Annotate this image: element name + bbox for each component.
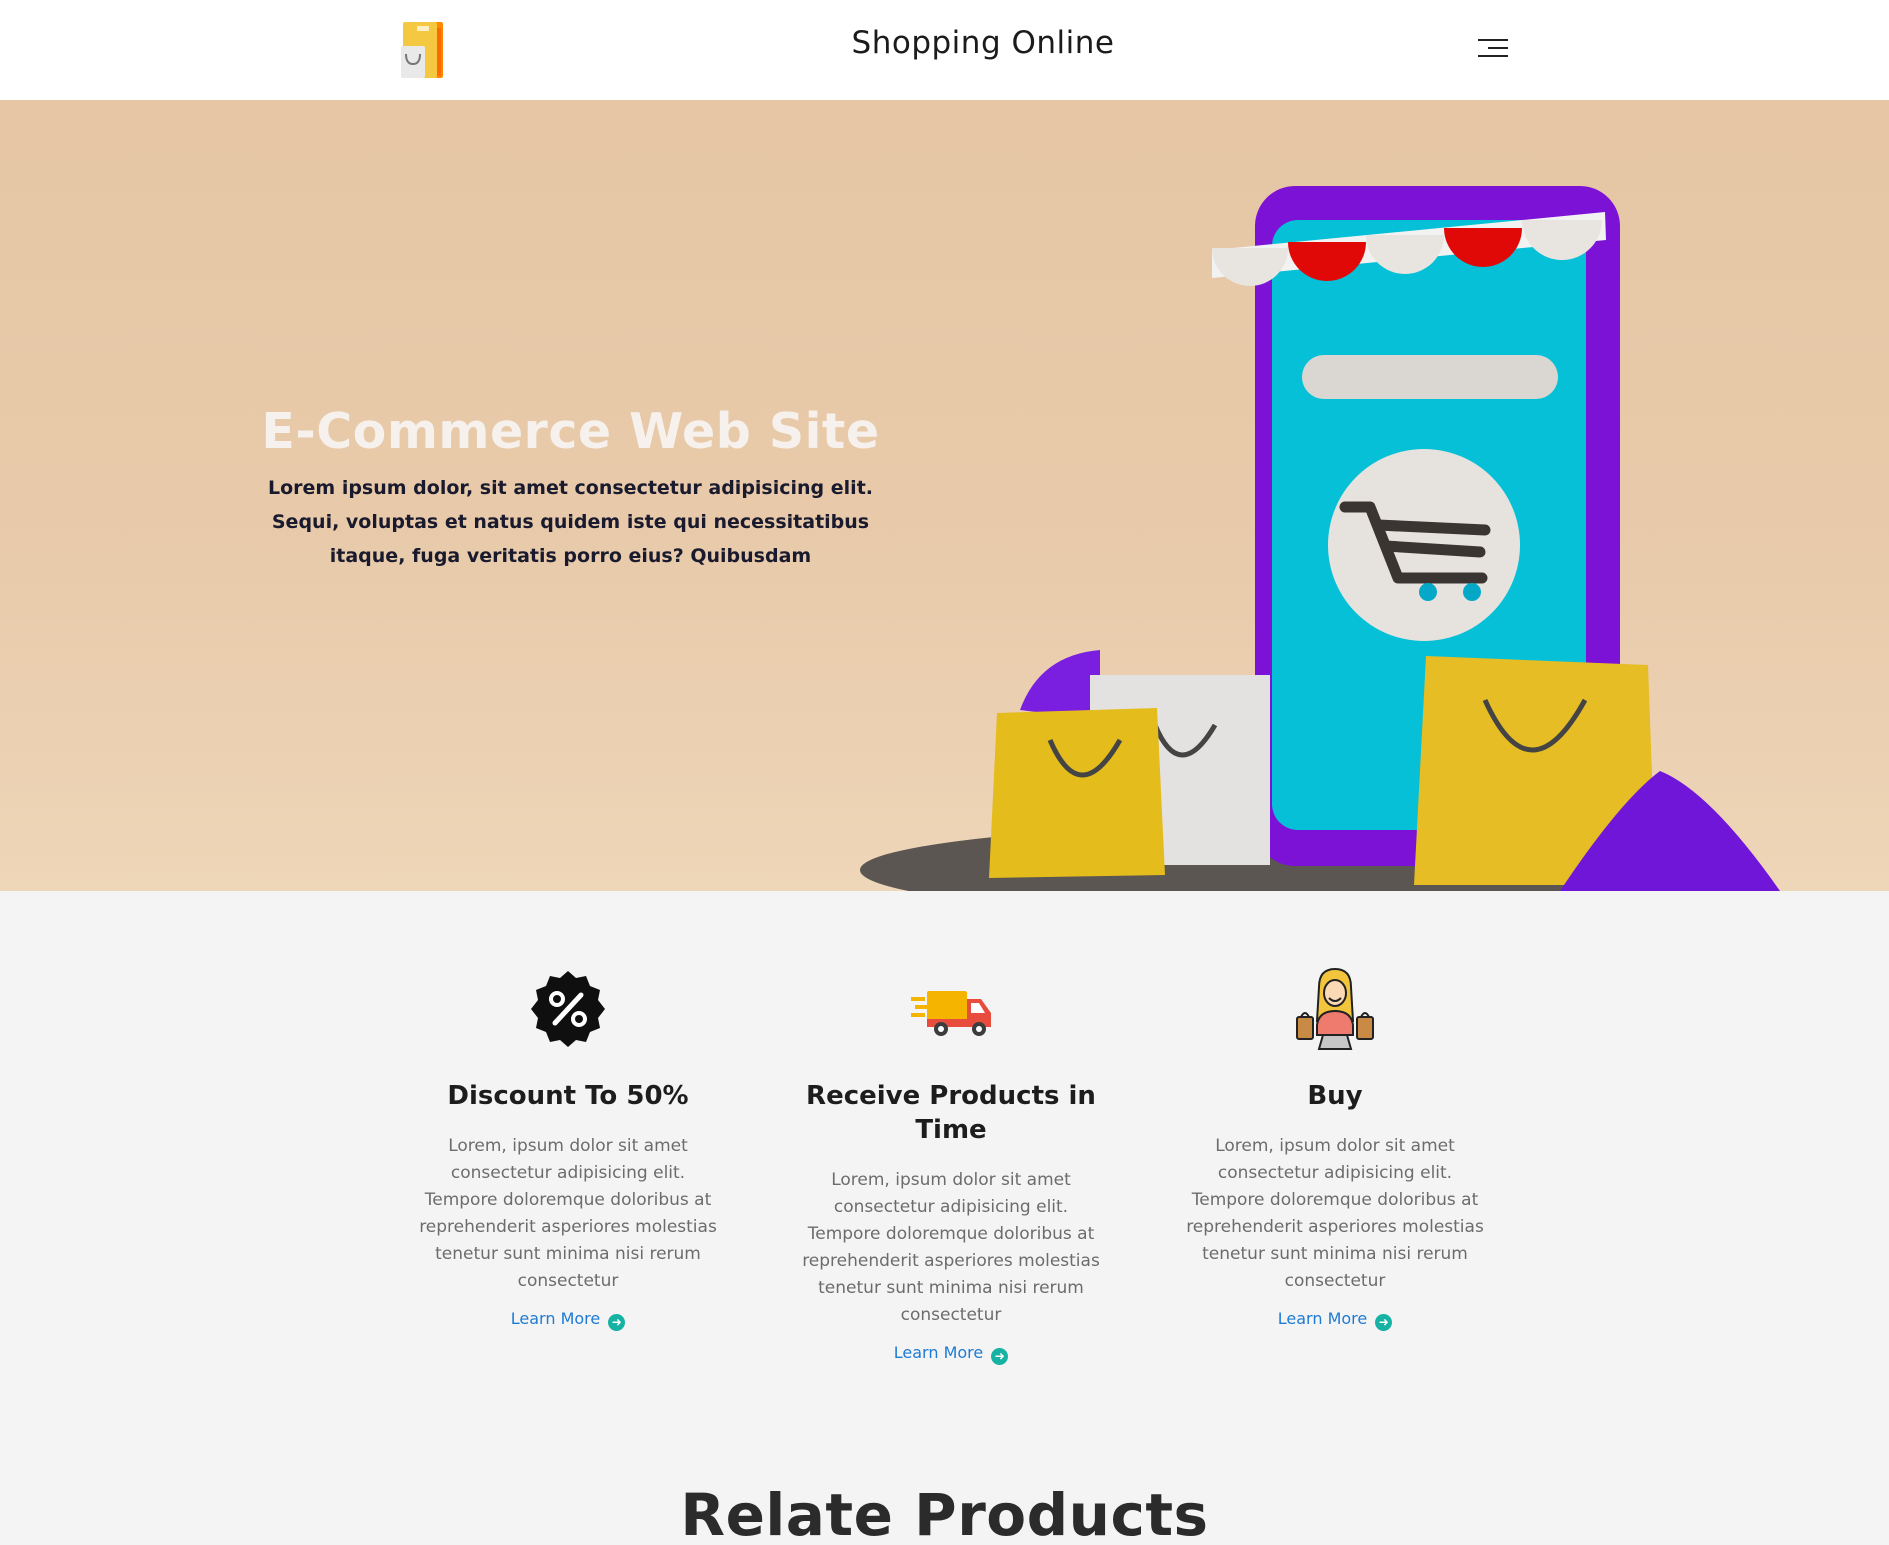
- arrow-right-circle-icon: ➜: [991, 1348, 1009, 1365]
- site-title: Shopping Online: [851, 25, 1115, 61]
- features-section: Discount To 50% Lorem, ipsum dolor sit a…: [0, 891, 1889, 1545]
- hamburger-menu-icon[interactable]: [1474, 36, 1508, 60]
- feature-text: Lorem, ipsum dolor sit amet consectetur …: [802, 1170, 1100, 1325]
- feature-card-delivery: Receive Products in Time Lorem, ipsum do…: [801, 891, 1101, 1365]
- feature-text: Lorem, ipsum dolor sit amet consectetur …: [419, 1136, 717, 1291]
- shopper-woman-icon: [1296, 967, 1374, 1050]
- arrow-right-circle-icon: ➜: [1375, 1314, 1393, 1331]
- feature-card-discount: Discount To 50% Lorem, ipsum dolor sit a…: [418, 891, 718, 1331]
- feature-title: Receive Products in Time: [806, 1081, 1096, 1145]
- feature-title: Buy: [1307, 1081, 1363, 1111]
- feature-card-buy: Buy Lorem, ipsum dolor sit amet consecte…: [1185, 891, 1485, 1331]
- discount-percent-icon: [531, 971, 605, 1047]
- arrow-right-circle-icon: ➜: [608, 1314, 626, 1331]
- feature-title: Discount To 50%: [447, 1081, 689, 1111]
- top-navbar: Shopping Online: [0, 0, 1889, 100]
- related-products-heading: Relate Products: [680, 1481, 1209, 1545]
- learn-more-link[interactable]: Learn More ➜: [511, 1309, 626, 1331]
- learn-more-link[interactable]: Learn More ➜: [1278, 1309, 1393, 1331]
- delivery-truck-icon: [911, 991, 991, 1036]
- learn-more-link[interactable]: Learn More ➜: [894, 1343, 1009, 1365]
- hero-title: E-Commerce Web Site: [261, 403, 880, 460]
- hero-text-block: E-Commerce Web Site Lorem ipsum dolor, s…: [258, 405, 883, 573]
- hero-description: Lorem ipsum dolor, sit amet consectetur …: [267, 476, 873, 567]
- feature-text: Lorem, ipsum dolor sit amet consectetur …: [1186, 1136, 1484, 1291]
- hero-banner: E-Commerce Web Site Lorem ipsum dolor, s…: [0, 100, 1889, 891]
